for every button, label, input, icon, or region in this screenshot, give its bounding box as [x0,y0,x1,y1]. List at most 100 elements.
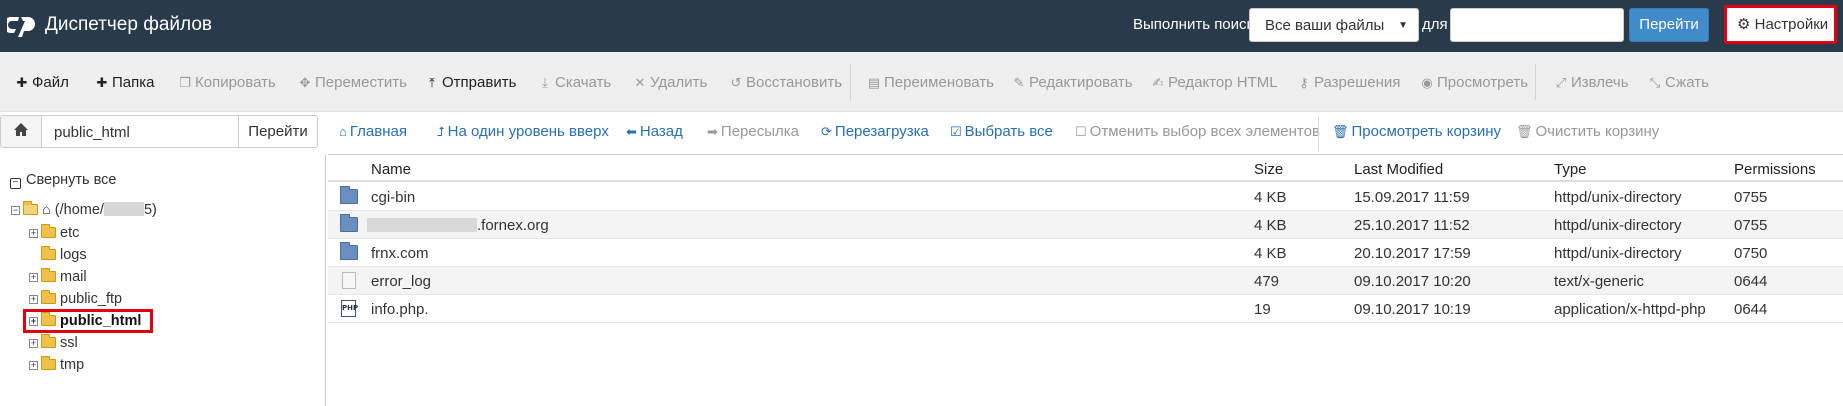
file-table: Name Size Last Modified Type Permissions… [328,154,1843,406]
view-button[interactable]: ◉ Просмотреть [1420,74,1528,91]
rename-button[interactable]: ▤ Переименовать [867,74,994,91]
tree-expand-toggle-icon[interactable]: + [29,339,38,348]
tree-expand-toggle-icon[interactable]: + [29,229,38,238]
collapse-all-link[interactable]: − Свернуть все [10,172,116,189]
settings-label: Настройки [1754,16,1829,33]
arrow-right-icon: ➡ [707,124,718,139]
file-permissions: 0750 [1734,245,1768,262]
delete-button[interactable]: ✕ Удалить [633,74,708,91]
tree-item-logs[interactable]: logs [29,246,87,267]
download-icon: ⤓ [542,75,548,90]
compress-icon: ⤡ [1649,75,1661,90]
nav-unselect-all-link[interactable]: ☐ Отменить выбор всех элементов [1075,123,1320,140]
times-icon: ✕ [634,75,646,90]
nav-select-all-link[interactable]: ☑ Выбрать все [950,123,1053,140]
column-header-type[interactable]: Type [1554,161,1587,178]
tree-expand-toggle-icon[interactable]: + [29,273,38,282]
download-button[interactable]: ⤓ Скачать [538,74,611,91]
folder-icon [41,290,56,304]
file-modified: 20.10.2017 17:59 [1354,245,1471,262]
upload-button[interactable]: ⤒ Отправить [425,74,516,91]
open-folder-icon [23,201,38,215]
compress-button[interactable]: ⤡ Сжать [1648,74,1709,91]
table-row[interactable]: error_log 479 09.10.2017 10:20 text/x-ge… [328,267,1843,295]
path-input[interactable]: public_html [41,115,239,148]
settings-button[interactable]: ⚙ Настройки [1724,5,1837,44]
table-row[interactable]: PHP info.php. 19 09.10.2017 10:19 applic… [328,295,1843,323]
file-size: 4 KB [1254,189,1287,206]
file-name: info.php. [371,301,429,318]
gear-icon: ⚙ [1737,16,1751,33]
html-editor-button[interactable]: ✍ Редактор HTML [1151,74,1278,91]
table-row[interactable]: frnx.com 4 KB 20.10.2017 17:59 httpd/uni… [328,239,1843,267]
tree-root[interactable]: − ⌂ (/home/5) [11,201,157,222]
permissions-button[interactable]: ⚷ Разрешения [1297,74,1400,91]
nav-view-trash-link[interactable]: 🗑 Просмотреть корзину [1332,123,1501,140]
file-name: frnx.com [371,245,429,262]
tree-item-etc[interactable]: + etc [29,224,79,245]
check-square-icon: ☑ [950,124,962,139]
copy-icon: ❐ [179,75,191,90]
plus-icon: ✚ [96,75,108,90]
column-header-size[interactable]: Size [1254,161,1283,178]
action-toolbar: ✚ Файл ✚ Папка ❐ Копировать ✥ Переместить ⤒ О… [0,52,1843,112]
directory-tree-panel: − Свернуть все − ⌂ (/home/5) + etc logs + ma… [0,154,326,406]
toolbar-divider [1535,64,1536,100]
tree-item-tmp[interactable]: + tmp [29,356,84,377]
file-type: application/x-httpd-php [1554,301,1706,318]
square-icon: ☐ [1075,124,1087,139]
search-input[interactable] [1450,8,1624,42]
table-row[interactable]: cgi-bin 4 KB 15.09.2017 11:59 httpd/unix… [328,183,1843,211]
move-button[interactable]: ✥ Переместить [298,74,407,91]
trash-icon: 🗑 [1516,124,1533,139]
search-go-button[interactable]: Перейти [1629,8,1709,42]
home-dir-button[interactable] [0,115,42,148]
search-scope-select[interactable]: Все ваши файлы ▼ [1249,8,1419,42]
file-permissions: 0644 [1734,273,1768,290]
file-type: text/x-generic [1554,273,1645,290]
top-bar: Диспетчер файлов Выполнить поиск Все ваш… [0,0,1843,52]
file-icon: ▤ [867,75,881,90]
file-size: 479 [1254,273,1280,290]
plus-icon: ✚ [16,75,28,90]
nav-empty-trash-link[interactable]: 🗑 Очистить корзину [1516,123,1659,140]
nav-forward-link[interactable]: ➡ Пересылка [707,123,799,140]
tree-expand-toggle-icon[interactable]: + [29,361,38,370]
tree-item-public-ftp[interactable]: + public_ftp [29,290,122,311]
nav-back-link[interactable]: ⬅ Назад [626,123,683,140]
tree-item-mail[interactable]: + mail [29,268,87,289]
file-name: error_log [371,273,432,290]
folder-icon [41,334,56,348]
table-row[interactable]: .fornex.org 4 KB 25.10.2017 11:52 httpd/… [328,211,1843,239]
new-file-button[interactable]: ✚ Файл [15,74,69,91]
copy-button[interactable]: ❐ Копировать [178,74,276,91]
new-folder-button[interactable]: ✚ Папка [95,74,155,91]
tree-collapse-toggle-icon[interactable]: − [11,206,20,215]
file-permissions: 0644 [1734,301,1768,318]
cpanel-logo-icon [7,17,35,37]
edit-icon: ✍ [1152,75,1164,90]
move-icon: ✥ [299,75,311,90]
folder-icon [41,356,56,370]
path-go-button[interactable]: Перейти [238,115,318,148]
edit-button[interactable]: ✎ Редактировать [1012,74,1133,91]
restore-button[interactable]: ↺ Восстановить [729,74,843,91]
nav-up-one-level-link[interactable]: ⮥ На один уровень вверх [437,123,609,140]
trash-icon: 🗑 [1332,124,1349,139]
tree-item-ssl[interactable]: + ssl [29,334,78,355]
home-icon: ⌂ [42,202,51,218]
pencil-icon: ✎ [1013,75,1025,90]
table-header: Name Size Last Modified Type Permissions [328,155,1843,182]
tree-expand-toggle-icon[interactable]: + [29,295,38,304]
file-name: cgi-bin [371,189,416,206]
file-permissions: 0755 [1734,189,1768,206]
file-type: httpd/unix-directory [1554,217,1682,234]
nav-reload-link[interactable]: ⟳ Перезагрузка [821,123,929,140]
nav-home-link[interactable]: ⌂ Главная [339,123,407,140]
file-type: httpd/unix-directory [1554,245,1682,262]
column-header-name[interactable]: Name [371,161,411,178]
column-header-last-modified[interactable]: Last Modified [1354,161,1443,178]
extract-button[interactable]: ⤢ Извлечь [1554,74,1629,91]
nav-divider [1318,116,1319,150]
column-header-permissions[interactable]: Permissions [1734,161,1816,178]
